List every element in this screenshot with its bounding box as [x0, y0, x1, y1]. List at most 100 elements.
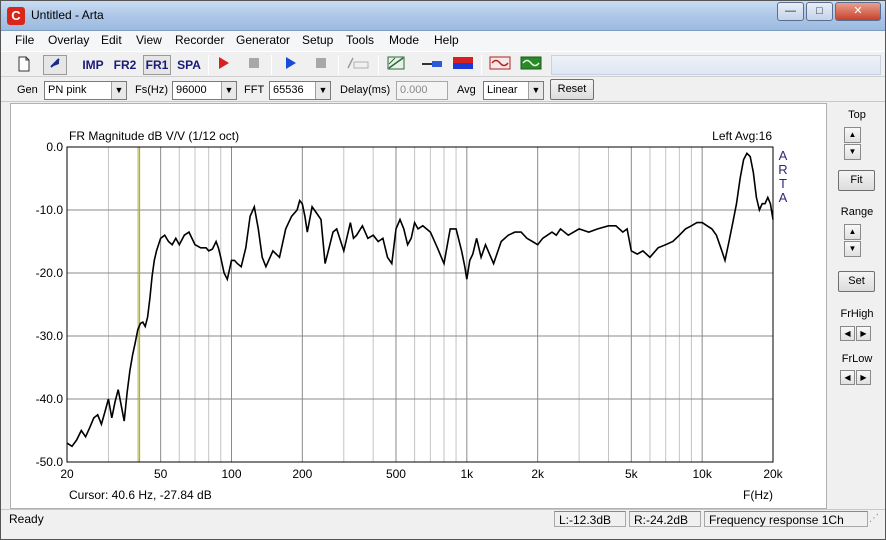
fit-button[interactable]: Fit: [838, 170, 875, 191]
toolbar-separator: [338, 55, 339, 75]
toolbar: IMP FR2 FR1 SPA: [1, 51, 885, 77]
x-tick-label: 500: [386, 467, 406, 481]
chevron-down-icon[interactable]: ▼: [221, 82, 236, 99]
menu-overlay[interactable]: Overlay: [48, 33, 89, 47]
y-tick-label: -50.0: [36, 455, 64, 469]
x-tick-label: 200: [292, 467, 312, 481]
gen-label: Gen: [17, 84, 38, 96]
delay-label: Delay(ms): [340, 84, 391, 96]
scale-control-panel: Top ▲ ▼ Fit Range ▲ ▼ Set FrHigh ◀ ▶ FrL…: [829, 103, 885, 509]
x-tick-label: 20: [60, 467, 74, 481]
top-up-arrow-icon[interactable]: ▲: [844, 127, 861, 143]
frlow-left-arrow-icon[interactable]: ◀: [840, 370, 855, 385]
frequency-response-curve: [66, 151, 774, 448]
menu-file[interactable]: File: [15, 33, 34, 47]
x-tick-label: 10k: [692, 467, 712, 481]
x-tick-label: 5k: [625, 467, 639, 481]
range-down-arrow-icon[interactable]: ▼: [844, 241, 861, 257]
arta-watermark-r: R: [778, 162, 787, 177]
averaging-value: Linear: [487, 84, 518, 96]
generator-select[interactable]: PN pink ▼: [44, 81, 127, 100]
reset-button[interactable]: Reset: [550, 79, 594, 100]
toolbar-spacer: [551, 55, 881, 75]
title-bar[interactable]: C Untitled - Arta — □ ✕: [1, 1, 885, 31]
record-play-icon[interactable]: [213, 55, 235, 75]
maximize-button[interactable]: □: [806, 2, 833, 21]
y-tick-label: -40.0: [36, 392, 64, 406]
fft-size-value: 65536: [273, 84, 304, 96]
toolbar-separator: [481, 55, 482, 75]
status-bar: Ready L:-12.3dB R:-24.2dB Frequency resp…: [1, 509, 885, 539]
menu-setup[interactable]: Setup: [302, 33, 333, 47]
cursor-readout: Cursor: 40.6 Hz, -27.84 dB: [69, 488, 212, 502]
y-tick-label: -10.0: [36, 203, 64, 217]
fr2-mode-button[interactable]: FR2: [111, 55, 139, 75]
frhigh-label: FrHigh: [840, 308, 874, 320]
mode-readout: Frequency response 1Ch: [704, 511, 868, 527]
frlow-right-arrow-icon[interactable]: ▶: [856, 370, 871, 385]
spa-mode-button[interactable]: SPA: [175, 55, 203, 75]
x-axis-unit-label: F(Hz): [743, 488, 773, 502]
arta-watermark-a1: A: [779, 148, 788, 163]
frhigh-right-arrow-icon[interactable]: ▶: [856, 326, 871, 341]
app-icon[interactable]: C: [7, 7, 25, 25]
imp-mode-button[interactable]: IMP: [79, 55, 107, 75]
new-document-icon[interactable]: [13, 55, 35, 75]
range-up-arrow-icon[interactable]: ▲: [844, 224, 861, 240]
cursor-tool-icon[interactable]: [43, 55, 67, 75]
connector-icon[interactable]: [419, 55, 445, 75]
left-level-readout: L:-12.3dB: [554, 511, 626, 527]
resize-grip-icon[interactable]: ⋰: [869, 511, 883, 527]
fft-label: FFT: [244, 84, 265, 96]
frequency-response-plot[interactable]: 20 50 100 200 500 1k 2k 5k 10k 20k 0.0 -10.0 -20.0 -3…: [10, 103, 827, 509]
menu-tools[interactable]: Tools: [346, 33, 374, 47]
signal-scope-icon[interactable]: [487, 55, 513, 75]
top-down-arrow-icon[interactable]: ▼: [844, 144, 861, 160]
chevron-down-icon[interactable]: ▼: [315, 82, 330, 99]
x-tick-label: 50: [154, 467, 168, 481]
right-level-readout: R:-24.2dB: [629, 511, 701, 527]
x-tick-label: 20k: [763, 467, 783, 481]
minimize-button[interactable]: —: [777, 2, 804, 21]
generator-select-value: PN pink: [48, 84, 87, 96]
level-meter-icon[interactable]: [450, 55, 476, 75]
generator-play-icon[interactable]: [280, 55, 302, 75]
y-tick-label: -30.0: [36, 329, 64, 343]
frhigh-left-arrow-icon[interactable]: ◀: [840, 326, 855, 341]
abc-icon[interactable]: [344, 55, 372, 75]
y-tick-label: 0.0: [46, 140, 63, 154]
menu-mode[interactable]: Mode: [389, 33, 419, 47]
chevron-down-icon[interactable]: ▼: [528, 82, 543, 99]
menu-bar: File Overlay Edit View Recorder Generato…: [1, 31, 885, 51]
sample-rate-select[interactable]: 96000 ▼: [172, 81, 237, 100]
menu-generator[interactable]: Generator: [236, 33, 290, 47]
fr1-mode-button[interactable]: FR1: [143, 55, 171, 75]
channel-info: Left Avg:16: [712, 129, 772, 143]
generator-stop-icon[interactable]: [310, 55, 332, 75]
averaging-select[interactable]: Linear ▼: [483, 81, 544, 100]
sample-rate-value: 96000: [176, 84, 207, 96]
frlow-label: FrLow: [841, 353, 873, 365]
toolbar-separator: [378, 55, 379, 75]
toolbar-separator: [271, 55, 272, 75]
toolbar-separator: [208, 55, 209, 75]
menu-view[interactable]: View: [136, 33, 162, 47]
spectrum-icon[interactable]: [384, 55, 408, 75]
arta-window: C Untitled - Arta — □ ✕ File Overlay Edi…: [0, 0, 886, 540]
range-label: Range: [840, 206, 874, 218]
oscillator-icon[interactable]: [518, 55, 544, 75]
menu-help[interactable]: Help: [434, 33, 459, 47]
set-button[interactable]: Set: [838, 271, 875, 292]
fft-size-select[interactable]: 65536 ▼: [269, 81, 331, 100]
y-tick-label: -20.0: [36, 266, 64, 280]
chevron-down-icon[interactable]: ▼: [111, 82, 126, 99]
arta-watermark-a2: A: [779, 190, 788, 205]
menu-recorder[interactable]: Recorder: [175, 33, 224, 47]
window-title: Untitled - Arta: [31, 8, 104, 22]
plot-title: FR Magnitude dB V/V (1/12 oct): [69, 129, 239, 143]
delay-input[interactable]: 0.000: [396, 81, 448, 100]
x-tick-label: 1k: [460, 467, 474, 481]
record-stop-icon[interactable]: [243, 55, 265, 75]
close-button[interactable]: ✕: [835, 2, 881, 21]
menu-edit[interactable]: Edit: [101, 33, 122, 47]
